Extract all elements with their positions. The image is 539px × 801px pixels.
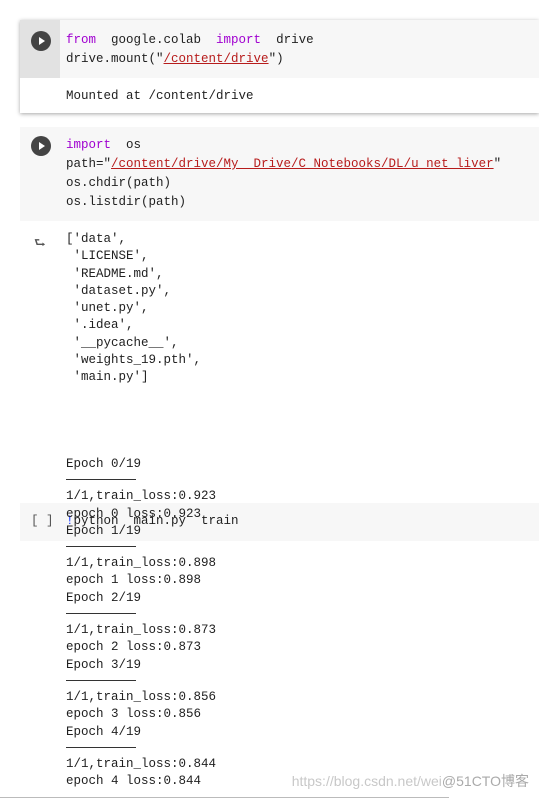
output-line: 'dataset.py', [66,283,172,298]
epoch-output: Epoch 4/19 1/1,train_loss:0.844epoch 4 lo… [66,724,216,791]
epoch-loss-line: epoch 3 loss:0.856 [66,707,202,722]
epoch-header: Epoch 0/19 [66,457,142,471]
run-cell-button[interactable]: [ ] [31,512,54,531]
code-text: os [111,138,142,152]
progress-separator [66,679,136,681]
progress-separator [66,479,136,481]
output-icon[interactable]: ⮑ [34,234,46,256]
code-editor[interactable]: from google.colab import drive drive.moun… [20,20,539,78]
code-line: os.chdir(path) [66,174,501,193]
progress-separator [66,746,136,748]
string-literal: /content/drive [163,52,269,66]
code-line: path="/content/drive/My Drive/C_Notebook… [66,155,501,174]
train-loss-line: 1/1,train_loss:0.923 [66,489,217,504]
output-line: 'LICENSE', [66,249,149,264]
train-loss-line: 1/1,train_loss:0.873 [66,623,217,638]
output-line: 'main.py'] [66,370,149,385]
output-line: 'weights_19.pth', [66,353,202,368]
epoch-loss-line: epoch 0 loss:0.923 [66,506,202,521]
train-loss-line: 1/1,train_loss:0.856 [66,689,217,704]
keyword: import [66,138,112,152]
output-line: 'unet.py', [66,301,149,316]
code-line: os.listdir(path) [66,193,501,212]
epoch-loss-line: epoch 1 loss:0.898 [66,573,202,588]
code-line: drive.mount("/content/drive") [66,50,314,69]
progress-separator [66,546,136,548]
code-text: ") [268,52,284,66]
train-loss-line: 1/1,train_loss:0.844 [66,756,217,771]
output-line: '__pycache__', [66,335,179,350]
epoch-output: Epoch 1/19 1/1,train_loss:0.898epoch 1 lo… [66,523,216,590]
bottom-divider [0,797,449,798]
epoch-loss-line: epoch 2 loss:0.873 [66,640,202,655]
epoch-header: Epoch 3/19 [66,657,142,672]
code-cell-mount: from google.colab import drive drive.moun… [20,20,539,113]
output-line: 'README.md', [66,266,164,281]
epoch-output: Epoch 3/19 1/1,train_loss:0.856epoch 3 lo… [66,657,216,724]
code-line: import os [66,136,501,155]
code-text: path=" [66,157,112,171]
code-line: from google.colab import drive [66,31,314,50]
code-text: os.listdir(path) [66,195,187,209]
train-loss-line: 1/1,train_loss:0.898 [66,556,217,571]
keyword: import [216,33,262,47]
watermark: https://blog.csdn.net/wei@51CTO博客 [291,773,529,789]
epoch-header: Epoch 2/19 [66,590,142,605]
output-line: ['data', [66,232,127,246]
epoch-output: Epoch 2/19 1/1,train_loss:0.873epoch 2 lo… [66,590,216,657]
code-text: drive.mount(" [66,52,164,66]
code-text: drive [261,33,314,47]
epoch-loss-line: epoch 4 loss:0.844 [66,774,202,789]
epoch-header: Epoch 1/19 [66,523,142,538]
progress-separator [66,613,136,615]
cell-output: Mounted at /content/drive [66,89,254,103]
code-text: os.chdir(path) [66,176,172,190]
code-text: google.colab [96,33,217,47]
run-cell-button[interactable] [31,136,51,156]
keyword: from [66,33,97,47]
epoch-header: Epoch 4/19 [66,724,142,739]
epoch-output: Epoch 0/19 1/1,train_loss:0.923epoch 0 lo… [66,456,216,523]
code-cell-listdir[interactable]: import os path="/content/drive/My Drive/C… [20,127,539,221]
run-cell-button[interactable] [31,31,51,51]
output-line: '.idea', [66,318,134,333]
code-text: " [493,157,502,171]
string-literal: /content/drive/My Drive/C_Notebooks/DL/u… [111,157,494,171]
